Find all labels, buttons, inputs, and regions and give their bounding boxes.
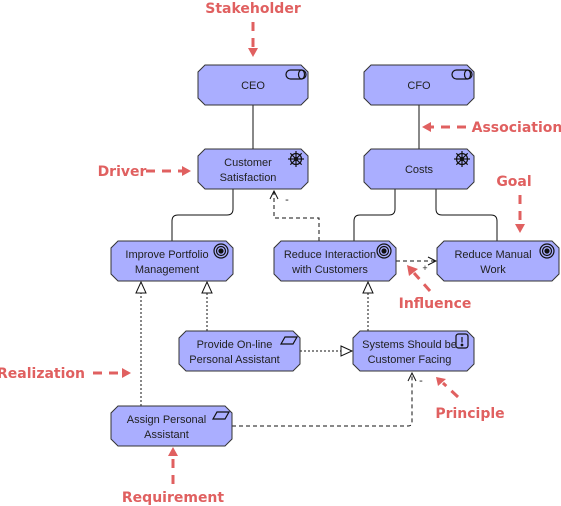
node-provide-online[interactable]: Provide On-line Personal Assistant <box>178 330 301 372</box>
influence-label-cs: - <box>285 194 289 206</box>
annotation-requirement: Requirement <box>122 490 225 506</box>
node-ceo[interactable]: CEO <box>197 64 309 106</box>
goal-icon <box>539 243 555 259</box>
node-label: CFO <box>407 80 431 92</box>
motivation-diagram: - + - CEO CFO Customer Satisfaction Costs Imp… <box>0 1 561 506</box>
node-label-line: Customer <box>224 157 272 169</box>
node-label-line: Improve Portfolio <box>125 249 208 261</box>
node-systems-facing[interactable]: Systems Should be Customer Facing <box>352 330 475 372</box>
node-label-line: Reduce Manual <box>454 249 531 261</box>
annotation-driver: Driver <box>98 164 147 180</box>
node-label-line: Personal Assistant <box>189 354 280 366</box>
annotation-realization: Realization <box>0 366 85 382</box>
node-label-line: Provide On-line <box>197 339 273 351</box>
node-label: CEO <box>241 80 265 92</box>
arrow-icon <box>122 368 131 378</box>
node-label-line: Systems Should be <box>362 339 457 351</box>
node-label-line: Customer Facing <box>368 354 452 366</box>
arrow-icon <box>168 447 178 456</box>
annotation-stakeholder: Stakeholder <box>205 1 301 17</box>
node-label-line: Reduce Interaction <box>284 249 376 261</box>
annotation-influence: Influence <box>399 296 472 312</box>
node-improve-portfolio[interactable]: Improve Portfolio Management <box>110 240 234 282</box>
arrow-icon <box>248 48 258 57</box>
node-label-line: with Customers <box>291 264 368 276</box>
influence-assign-systems[interactable] <box>232 373 412 427</box>
annotation-goal: Goal <box>496 174 531 190</box>
driver-icon <box>288 151 304 167</box>
node-label-line: Costs <box>405 164 434 176</box>
node-assign-assistant[interactable]: Assign Personal Assistant <box>110 405 233 447</box>
influence-label-rm: + <box>422 263 427 273</box>
arrow-icon <box>182 166 191 176</box>
influence-ri-cs[interactable] <box>274 191 320 241</box>
node-label-line: Work <box>480 264 506 276</box>
annotation-association: Association <box>472 120 561 136</box>
annotation-principle: Principle <box>435 406 504 422</box>
goal-icon <box>376 243 392 259</box>
node-label: Costs <box>405 164 434 176</box>
association-costs-reduce-manual[interactable] <box>435 189 498 241</box>
arrow-icon <box>515 224 525 233</box>
node-label-line: CEO <box>241 80 265 92</box>
arrow-icon <box>422 122 431 132</box>
association-cs-improve[interactable] <box>171 189 234 241</box>
association-costs-reduce-interaction[interactable] <box>353 189 396 241</box>
node-label-line: Assistant <box>144 429 189 441</box>
node-customer-satisfaction[interactable]: Customer Satisfaction <box>197 148 309 190</box>
node-reduce-manual[interactable]: Reduce Manual Work <box>436 240 560 282</box>
node-label-line: Assign Personal <box>127 414 207 426</box>
node-label-line: Management <box>135 264 199 276</box>
goal-icon <box>213 243 229 259</box>
node-costs[interactable]: Costs <box>363 148 475 190</box>
node-cfo[interactable]: CFO <box>363 64 475 106</box>
driver-icon <box>454 151 470 167</box>
influence-label-systems: - <box>419 375 423 387</box>
node-label-line: CFO <box>407 80 431 92</box>
node-reduce-interaction[interactable]: Reduce Interaction with Customers <box>273 240 397 282</box>
node-label-line: Satisfaction <box>220 172 277 184</box>
